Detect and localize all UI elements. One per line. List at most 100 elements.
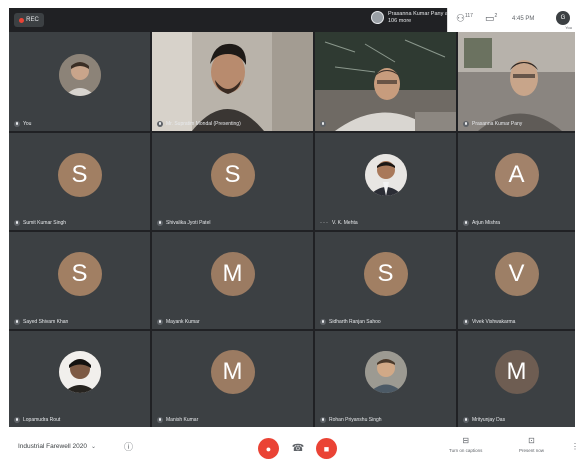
participant-video: [315, 32, 456, 131]
participant-grid: You Mr. Supratim Mondal (Presenting) Pra…: [9, 32, 575, 427]
chat-icon[interactable]: ▭2: [485, 13, 497, 24]
participant-initial-avatar: M: [210, 251, 255, 296]
participant-name-tag: You: [14, 121, 31, 127]
mic-muted-icon: [463, 220, 469, 226]
mic-muted-icon: [14, 220, 20, 226]
captions-label: Turn on captions: [449, 448, 483, 453]
participant-tile[interactable]: You: [9, 32, 150, 131]
participant-name: You: [23, 121, 32, 127]
participant-name-tag: Prasanna Kumar Pany: [463, 121, 522, 127]
participant-initial-avatar: M: [210, 350, 255, 395]
participant-name-tag: Sayed Shivam Khan: [14, 319, 68, 325]
participant-initial-avatar: S: [363, 251, 408, 296]
captions-button[interactable]: ⊟ Turn on captions: [449, 436, 482, 453]
participant-name-tag: Mr. Supratim Mondal (Presenting): [157, 121, 241, 127]
participant-name-tag: Sidharth Ranjan Sahoo: [320, 319, 381, 325]
meeting-title[interactable]: Industrial Farewell 2020 ⌄: [18, 443, 96, 450]
participant-name: Manish Kumar: [166, 417, 199, 423]
bottom-bar: Industrial Farewell 2020 ⌄ ⓘ ● ☎ ■ ⊟ Turn…: [0, 430, 579, 463]
participant-tile[interactable]: S Sumit Kumar Singh: [9, 133, 150, 230]
mic-muted-icon: [320, 319, 326, 325]
meeting-title-text: Industrial Farewell 2020: [18, 443, 88, 450]
participant-initial-avatar: M: [494, 350, 539, 395]
participant-tile[interactable]: Rohan Priyanshu Singh: [315, 331, 456, 427]
meet-window: REC Prasanna Kumar Pany and 106 more ⚇11…: [0, 0, 579, 463]
participant-name: Sidharth Ranjan Sahoo: [329, 319, 381, 325]
captions-icon: ⊟: [462, 436, 470, 445]
participant-tile[interactable]: S Shivalika Jyoti Patel: [152, 133, 313, 230]
participant-tile[interactable]: S Sayed Shivam Khan: [9, 232, 150, 329]
top-right-panel: ⚇117 ▭2 4:45 PM G You: [447, 8, 575, 32]
mic-muted-icon: [157, 417, 163, 423]
participant-name: Prasanna Kumar Pany: [472, 121, 523, 127]
participant-video: [458, 32, 575, 131]
self-label: You: [565, 25, 572, 30]
participant-name: Vivek Vishwakarma: [472, 319, 516, 325]
participant-name-tag: Lopamudra Rout: [14, 417, 60, 423]
participant-name-tag: ··· V. K. Mehta: [320, 220, 358, 226]
mic-muted-icon: [320, 121, 326, 127]
participant-initial-avatar: V: [494, 251, 539, 296]
participant-tile[interactable]: Mr. Supratim Mondal (Presenting): [152, 32, 313, 131]
participant-tile[interactable]: M Mrityunjay Das: [458, 331, 575, 427]
mic-muted-icon: [157, 121, 163, 127]
recording-badge: REC: [14, 13, 44, 27]
participant-name: Sumit Kumar Singh: [23, 220, 67, 226]
participant-tile[interactable]: A Arjun Mishra: [458, 133, 575, 230]
mic-muted-icon: [463, 417, 469, 423]
participant-photo: [364, 351, 407, 394]
participant-tile[interactable]: V Vivek Vishwakarma: [458, 232, 575, 329]
info-icon[interactable]: ⓘ: [124, 440, 133, 453]
participant-initial-avatar: S: [210, 152, 255, 197]
recording-label: REC: [26, 17, 39, 23]
participant-name: Mrityunjay Das: [472, 417, 506, 423]
participant-tile[interactable]: Lopamudra Rout: [9, 331, 150, 427]
mic-off-icon: ●: [265, 443, 272, 454]
participant-name-tag: Manish Kumar: [157, 417, 198, 423]
mic-muted-icon: [14, 417, 20, 423]
participant-initial-avatar: S: [57, 152, 102, 197]
participant-initial-avatar: S: [57, 251, 102, 296]
participant-name: Mayank Kumar: [166, 319, 200, 325]
chevron-down-icon: ⌄: [91, 444, 97, 450]
participant-name-tag: Shivalika Jyoti Patel: [157, 220, 210, 226]
present-now-label: Present now: [519, 448, 545, 453]
mic-muted-icon: [463, 319, 469, 325]
participant-name-tag: [320, 121, 329, 127]
mic-muted-icon: [320, 417, 326, 423]
participant-name-tag: Arjun Mishra: [463, 220, 500, 226]
self-avatar[interactable]: G: [556, 11, 570, 25]
participant-photo: [58, 53, 101, 96]
camera-toggle-button[interactable]: ■: [316, 438, 337, 459]
participant-name: V. K. Mehta: [332, 220, 358, 226]
people-icon[interactable]: ⚇117: [456, 13, 473, 24]
present-screen-icon: ⊡: [528, 436, 535, 445]
mic-muted-icon: [157, 319, 163, 325]
microphone-toggle-button[interactable]: ●: [258, 438, 279, 459]
participant-name-tag: Vivek Vishwakarma: [463, 319, 515, 325]
more-options-icon[interactable]: ⋮: [571, 442, 579, 451]
participant-tile[interactable]: [315, 32, 456, 131]
participant-name: Shivalika Jyoti Patel: [166, 220, 211, 226]
mic-muted-icon: [157, 220, 163, 226]
presenter-avatar: [371, 11, 384, 24]
participant-video: [152, 32, 313, 131]
participant-tile[interactable]: M Mayank Kumar: [152, 232, 313, 329]
chat-count: 2: [494, 13, 498, 19]
participant-name-tag: Rohan Priyanshu Singh: [320, 417, 382, 423]
camera-off-icon: ■: [323, 443, 330, 454]
present-now-button[interactable]: ⊡ Present now: [519, 436, 544, 453]
participant-tile[interactable]: Prasanna Kumar Pany: [458, 32, 575, 131]
leave-call-button[interactable]: ☎: [290, 438, 306, 459]
mic-muted-icon: [14, 319, 20, 325]
participant-tile[interactable]: S Sidharth Ranjan Sahoo: [315, 232, 456, 329]
participant-tile[interactable]: M Manish Kumar: [152, 331, 313, 427]
more-options-icon[interactable]: ···: [320, 220, 329, 226]
participant-name: Lopamudra Rout: [23, 417, 61, 423]
record-dot-icon: [19, 17, 25, 23]
mic-muted-icon: [14, 121, 20, 127]
participant-name: Rohan Priyanshu Singh: [329, 417, 382, 423]
participant-initial-avatar: A: [494, 152, 539, 197]
participant-photo: [364, 153, 407, 196]
participant-tile[interactable]: ··· V. K. Mehta: [315, 133, 456, 230]
